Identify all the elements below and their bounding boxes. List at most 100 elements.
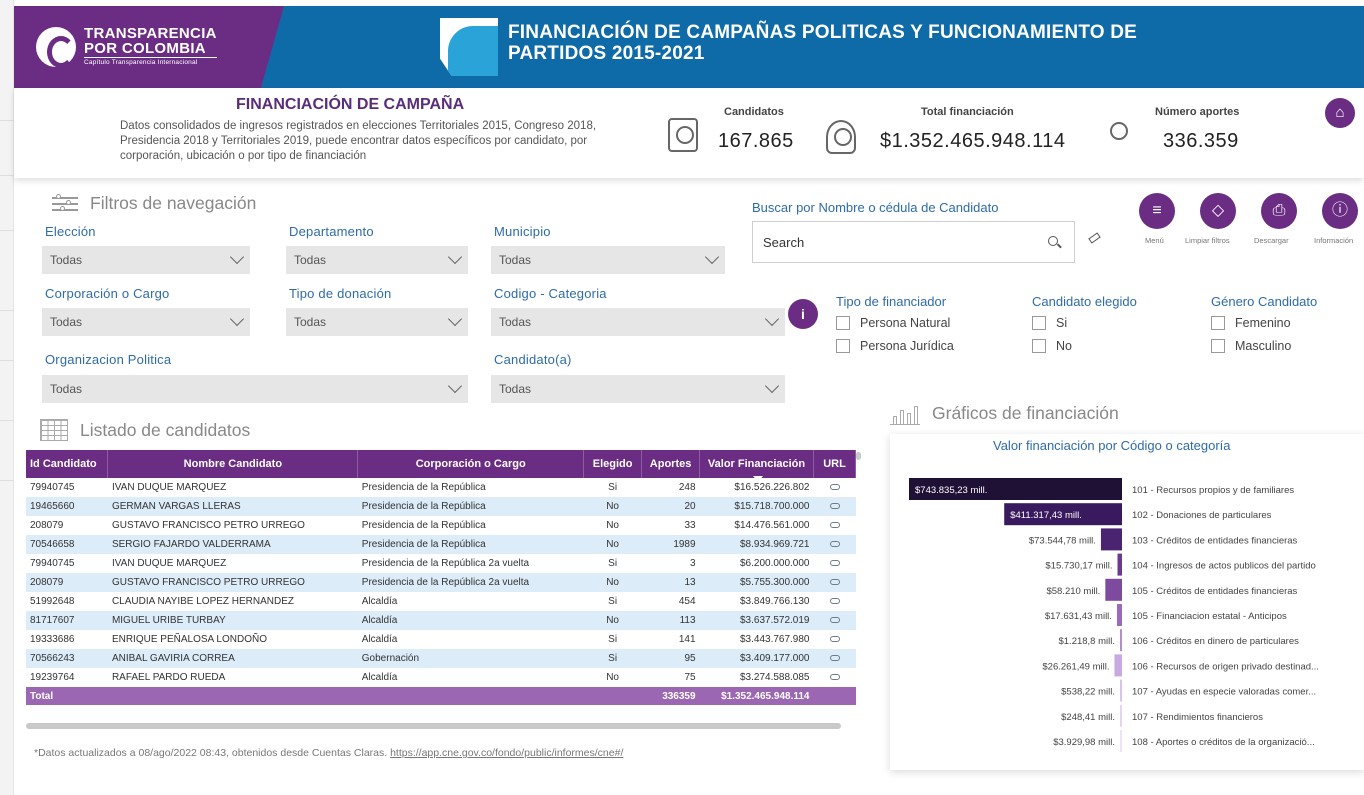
candidates-table: Id Candidato Nombre Candidato Corporació…	[26, 450, 856, 705]
table-cell-url[interactable]	[813, 668, 856, 687]
checkbox-box[interactable]	[836, 339, 850, 353]
table-row[interactable]: 208079 GUSTAVO FRANCISCO PETRO URREGO Pres…	[26, 516, 856, 535]
table-cell-url[interactable]	[813, 592, 856, 611]
table-row[interactable]: 79940745 IVAN DUQUE MARQUEZ Presidencia de…	[26, 554, 856, 573]
chart-bar[interactable]	[1105, 578, 1122, 601]
filter-candidato-select[interactable]: Todas	[491, 375, 785, 403]
table-row[interactable]: 51992648 CLAUDIA NAYIBE LOPEZ HERNANDEZ Al…	[26, 592, 856, 611]
chart-bar[interactable]	[1120, 679, 1122, 702]
link-icon[interactable]	[829, 655, 840, 661]
footnote-link[interactable]: https://app.cne.gov.co/fondo/public/info…	[390, 747, 623, 759]
link-icon[interactable]	[829, 617, 840, 623]
filter-corporacion-select[interactable]: Todas	[42, 308, 250, 336]
link-icon[interactable]	[829, 674, 840, 680]
table-row[interactable]: 19239764 RAFAEL PARDO RUEDA Alcaldía No 75 $3…	[26, 668, 856, 687]
codigo-info-button[interactable]: i	[788, 299, 818, 329]
menu-label: Menú	[1145, 236, 1164, 245]
table-row[interactable]: 70546658 SERGIO FAJARDO VALDERRAMA Preside…	[26, 535, 856, 554]
chart-data-label: $15.730,17 mill.	[1045, 561, 1112, 572]
table-cell-url[interactable]	[813, 649, 856, 668]
table-cell-url[interactable]	[813, 554, 856, 573]
checkbox-persona-juridica[interactable]: Persona Jurídica	[836, 339, 954, 353]
table-cell: 20	[641, 497, 700, 516]
financing-bar-chart: $743.835,23 mill. 101 - Recursos propios …	[909, 478, 1319, 752]
chart-bar[interactable]	[1114, 654, 1122, 677]
link-icon[interactable]	[829, 579, 840, 585]
chart-bar[interactable]	[1117, 553, 1122, 576]
column-header[interactable]: URL	[813, 450, 856, 478]
link-icon[interactable]	[829, 484, 840, 490]
table-row[interactable]: 208079 GUSTAVO FRANCISCO PETRO URREGO Pres…	[26, 573, 856, 592]
filter-municipio-label: Municipio	[494, 224, 551, 239]
eraser-icon[interactable]	[1088, 232, 1101, 244]
column-header-valor[interactable]: Valor Financiación	[699, 450, 814, 482]
link-icon[interactable]	[829, 522, 840, 528]
checkbox-no[interactable]: No	[1032, 339, 1072, 353]
table-cell: 454	[641, 592, 700, 611]
clear-filters-button[interactable]: ◇	[1200, 193, 1236, 229]
column-header[interactable]: Elegido	[583, 450, 643, 478]
filter-municipio-select[interactable]: Todas	[491, 246, 725, 274]
table-cell-url[interactable]	[813, 573, 856, 592]
table-cell-url[interactable]	[813, 611, 856, 630]
download-button[interactable]: ⎙	[1261, 193, 1297, 229]
column-header[interactable]: Corporación o Cargo	[357, 450, 585, 478]
filter-tipo-donacion-value: Todas	[294, 315, 327, 329]
checkbox-femenino[interactable]: Femenino	[1211, 316, 1291, 330]
chart-bar[interactable]	[1116, 604, 1122, 626]
link-icon[interactable]	[829, 560, 840, 566]
table-row[interactable]: 19333686 ENRIQUE PEÑALOSA LONDOÑO Alcaldía…	[26, 630, 856, 649]
link-icon[interactable]	[829, 541, 840, 547]
link-icon[interactable]	[829, 636, 840, 642]
checkbox-box[interactable]	[1211, 339, 1225, 353]
link-icon[interactable]	[829, 503, 840, 509]
checkbox-box[interactable]	[1032, 339, 1046, 353]
table-cell-url[interactable]	[813, 497, 856, 516]
link-icon[interactable]	[829, 598, 840, 604]
filter-codigo-select[interactable]: Todas	[491, 308, 785, 336]
chart-bar[interactable]	[1120, 704, 1122, 727]
table-cell-url[interactable]	[813, 535, 856, 554]
table-cell: Presidencia de la República 2a vuelta	[357, 554, 584, 573]
checkbox-box[interactable]	[1032, 316, 1046, 330]
chevron-down-icon	[229, 249, 245, 265]
information-label: Información	[1314, 236, 1354, 245]
filter-municipio-value: Todas	[499, 253, 532, 267]
filter-tipo-donacion-select[interactable]: Todas	[286, 308, 468, 336]
checkbox-label: Femenino	[1235, 316, 1291, 330]
column-header[interactable]: Nombre Candidato	[107, 450, 359, 478]
sort-descending-icon	[753, 476, 764, 482]
chart-bar[interactable]	[1120, 730, 1122, 752]
filter-organizacion-select[interactable]: Todas	[42, 375, 468, 403]
chart-bar[interactable]	[1120, 629, 1122, 652]
filter-departamento-select[interactable]: Todas	[286, 246, 468, 274]
chart-bar[interactable]	[1100, 528, 1122, 551]
table-cell-url[interactable]	[813, 630, 856, 649]
menu-button[interactable]: ≡	[1139, 193, 1175, 229]
stat-financiacion-label: Total financiación	[921, 106, 1014, 118]
table-cell-url[interactable]	[813, 478, 856, 497]
column-header[interactable]: Aportes	[641, 450, 701, 478]
search-input[interactable]: Search	[752, 221, 1075, 263]
search-icon[interactable]	[1048, 236, 1058, 246]
home-button[interactable]: ⌂	[1325, 98, 1355, 128]
table-cell: 70566243	[26, 649, 108, 668]
column-header[interactable]: Id Candidato	[26, 450, 109, 478]
chevron-down-icon	[229, 311, 245, 327]
checkbox-masculino[interactable]: Masculino	[1211, 339, 1291, 353]
information-button[interactable]: ⓘ	[1322, 193, 1358, 229]
table-horizontal-scrollbar[interactable]	[26, 723, 841, 729]
table-row[interactable]: 70566243 ANIBAL GAVIRIA CORREA Gobernación…	[26, 649, 856, 668]
table-cell-url[interactable]	[813, 516, 856, 535]
stat-aportes-label: Número aportes	[1155, 106, 1240, 118]
table-row[interactable]: 81717607 MIGUEL URIBE TURBAY Alcaldía No 113…	[26, 611, 856, 630]
filter-eleccion-select[interactable]: Todas	[42, 246, 250, 274]
table-row[interactable]: 79940745 IVAN DUQUE MARQUEZ Presidencia de…	[26, 478, 856, 497]
checkbox-box[interactable]	[1211, 316, 1225, 330]
checkbox-box[interactable]	[836, 316, 850, 330]
checkbox-persona-natural[interactable]: Persona Natural	[836, 316, 950, 330]
checkbox-si[interactable]: Si	[1032, 316, 1067, 330]
table-cell: No	[583, 516, 642, 535]
table-row[interactable]: 19465660 GERMAN VARGAS LLERAS Presidencia …	[26, 497, 856, 516]
table-vertical-scrollbar[interactable]	[856, 452, 861, 460]
